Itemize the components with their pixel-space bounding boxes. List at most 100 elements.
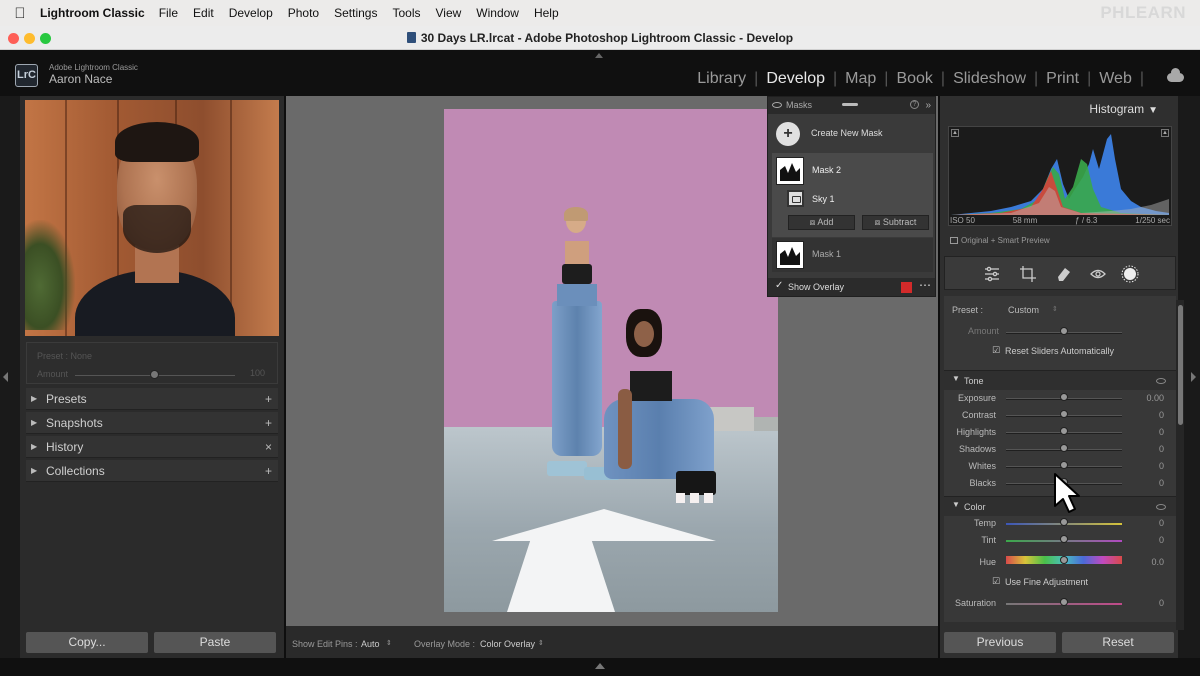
menu-help[interactable]: Help [534,6,559,20]
edit-pins-chevron-icon[interactable]: ⇕ [386,639,392,647]
add-mask-button[interactable]: ⧈ Add [788,215,855,230]
edit-sliders-icon[interactable] [983,265,1001,283]
masks-panel-header[interactable]: Masks ? » [768,97,935,114]
menu-app-name[interactable]: Lightroom Classic [40,6,145,20]
help-icon[interactable]: ? [910,100,919,109]
histogram-chart[interactable]: ▲ ▲ [948,126,1172,226]
shadows-slider-thumb[interactable] [1060,444,1068,452]
saturation-slider-thumb[interactable] [1060,598,1068,606]
subtract-mask-button[interactable]: ⧈ Subtract [862,215,929,230]
copy-button[interactable]: Copy... [26,632,148,653]
add-preset-button[interactable]: + [265,388,272,410]
histogram-header[interactable]: Histogram ▼ [1089,102,1158,116]
add-snapshot-button[interactable]: + [265,412,272,434]
right-panel-toggle-icon[interactable] [1191,372,1196,382]
red-eye-icon[interactable] [1089,265,1107,283]
reset-button[interactable]: Reset [1062,632,1174,653]
whites-slider-thumb[interactable] [1060,461,1068,469]
menu-settings[interactable]: Settings [334,6,377,20]
paste-button[interactable]: Paste [154,632,276,653]
collections-section[interactable]: ▶ Collections + [26,460,278,482]
clear-history-button[interactable]: × [265,436,272,458]
eye-icon[interactable] [772,102,782,108]
module-book[interactable]: Book [896,70,932,88]
blacks-value[interactable]: 0 [1159,478,1164,488]
cloud-sync-icon[interactable] [1167,68,1184,82]
saturation-value[interactable]: 0 [1159,598,1164,608]
snapshots-section[interactable]: ▶ Snapshots + [26,412,278,434]
scrollbar-thumb[interactable] [1178,305,1183,425]
contrast-value[interactable]: 0 [1159,410,1164,420]
filmstrip-toggle-icon[interactable] [595,663,605,669]
photo-preview[interactable] [444,109,778,612]
reset-sliders-checkbox[interactable]: ☑ [992,345,1000,356]
collapse-triangle-icon[interactable]: ▼ [952,500,960,509]
contrast-slider-thumb[interactable] [1060,410,1068,418]
tone-section-header[interactable]: ▼ Tone [944,370,1176,390]
collapse-triangle-icon[interactable]: ▼ [952,374,960,383]
tint-value[interactable]: 0 [1159,535,1164,545]
zoom-window-button[interactable] [40,33,51,44]
drag-handle-icon[interactable] [842,103,858,106]
left-panel-toggle-icon[interactable] [3,372,8,382]
menu-edit[interactable]: Edit [193,6,214,20]
module-library[interactable]: Library [697,70,746,88]
add-collection-button[interactable]: + [265,460,272,482]
crop-icon[interactable] [1019,265,1037,283]
menu-tools[interactable]: Tools [392,6,420,20]
create-new-mask-button[interactable]: + [776,122,800,146]
shadow-clipping-icon[interactable]: ▲ [951,129,959,137]
module-map[interactable]: Map [845,70,876,88]
highlights-value[interactable]: 0 [1159,427,1164,437]
close-window-button[interactable] [8,33,19,44]
menu-photo[interactable]: Photo [288,6,319,20]
apple-icon[interactable]:  [0,5,40,22]
menu-file[interactable]: File [159,6,178,20]
healing-eraser-icon[interactable] [1055,265,1073,283]
collapse-panel-icon[interactable]: » [925,97,931,114]
previous-button[interactable]: Previous [944,632,1056,653]
masking-icon[interactable] [1121,265,1139,283]
menu-view[interactable]: View [435,6,461,20]
module-print[interactable]: Print [1046,70,1079,88]
more-options-icon[interactable]: ⋯ [919,278,931,292]
fine-adjustment-checkbox[interactable]: ☑ [992,576,1000,587]
hue-value[interactable]: 0.0 [1151,557,1164,567]
minimize-window-button[interactable] [24,33,35,44]
edit-pins-select[interactable]: Auto [361,639,380,649]
menu-window[interactable]: Window [476,6,519,20]
collapse-triangle-icon[interactable]: ▼ [1148,105,1158,116]
module-slideshow[interactable]: Slideshow [953,70,1026,88]
amount-slider-thumb[interactable] [150,370,159,379]
shadows-value[interactable]: 0 [1159,444,1164,454]
overlay-mode-select[interactable]: Color Overlay [480,639,535,649]
hue-slider-thumb[interactable] [1060,556,1068,564]
presets-section[interactable]: ▶ Presets + [26,388,278,410]
mask-1-thumbnail[interactable] [776,241,804,269]
highlight-clipping-icon[interactable]: ▲ [1161,129,1169,137]
temp-value[interactable]: 0 [1159,518,1164,528]
create-new-mask-label[interactable]: Create New Mask [811,128,883,138]
amount-slider-thumb[interactable] [1060,327,1068,335]
preset-chevron-icon[interactable]: ⇕ [1052,305,1058,313]
show-overlay-checkbox[interactable]: ✓ [775,280,783,291]
eye-icon[interactable] [1156,504,1166,510]
smart-preview-status[interactable]: Original + Smart Preview [950,236,1050,245]
overlay-color-swatch[interactable] [901,282,912,293]
temp-slider-thumb[interactable] [1060,518,1068,526]
whites-value[interactable]: 0 [1159,461,1164,471]
mask-1-item[interactable]: Mask 1 [772,238,933,272]
tint-slider-thumb[interactable] [1060,535,1068,543]
preset-select[interactable]: Custom [1008,305,1039,315]
overlay-mode-chevron-icon[interactable]: ⇕ [538,639,544,647]
top-panel-toggle-icon[interactable] [595,53,603,58]
menu-develop[interactable]: Develop [229,6,273,20]
eye-icon[interactable] [1156,378,1166,384]
module-web[interactable]: Web [1099,70,1132,88]
exposure-value[interactable]: 0.00 [1146,393,1164,403]
sky-1-thumbnail-icon[interactable] [787,190,804,207]
module-develop[interactable]: Develop [766,70,825,88]
exposure-slider-thumb[interactable] [1060,393,1068,401]
highlights-slider-thumb[interactable] [1060,427,1068,435]
mask-2-thumbnail[interactable] [776,157,804,185]
